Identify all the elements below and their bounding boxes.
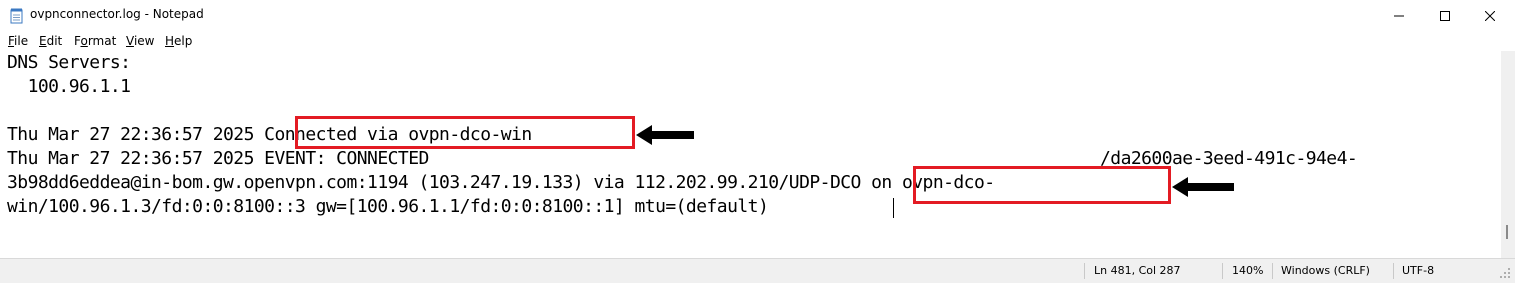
menu-help[interactable]: Help: [165, 34, 192, 48]
highlight-box-udp-dco: [913, 166, 1171, 204]
status-divider: [1084, 263, 1085, 279]
arrow-left-icon: [636, 125, 694, 145]
text-editor[interactable]: DNS Servers: 100.96.1.1 Thu Mar 27 22:36…: [0, 51, 1501, 258]
status-position: Ln 481, Col 287: [1094, 264, 1181, 277]
status-divider: [1222, 263, 1223, 279]
menu-edit[interactable]: Edit: [39, 34, 62, 48]
menu-file[interactable]: File: [8, 34, 28, 48]
minimize-icon: [1394, 15, 1404, 16]
editor-line: 100.96.1.1: [7, 76, 131, 97]
window-title: ovpnconnector.log - Notepad: [30, 7, 204, 21]
vertical-scrollbar[interactable]: [1501, 51, 1515, 258]
editor-line: win/100.96.1.3/fd:0:0:8100::3 gw=[100.96…: [7, 196, 769, 217]
editor-line: Thu Mar 27 22:36:57 2025 EVENT: CONNECTE…: [7, 148, 440, 169]
menu-format[interactable]: Format: [74, 34, 116, 48]
status-divider: [1272, 263, 1273, 279]
close-button[interactable]: [1467, 0, 1513, 31]
menu-bar: File Edit Format View Help: [0, 31, 1515, 51]
editor-line: DNS Servers:: [7, 52, 131, 73]
title-bar: ovpnconnector.log - Notepad: [0, 0, 1515, 31]
resize-grip-icon[interactable]: [1500, 263, 1512, 279]
close-icon: [1485, 10, 1495, 21]
status-line-ending: Windows (CRLF): [1281, 264, 1370, 277]
maximize-button[interactable]: [1422, 0, 1468, 31]
status-encoding: UTF-8: [1402, 264, 1435, 277]
maximize-icon: [1440, 10, 1450, 21]
status-divider: [1393, 263, 1394, 279]
text-caret: [893, 198, 894, 218]
status-zoom: 140%: [1232, 264, 1264, 277]
editor-line: 3b98dd6eddea@in-bom.gw.openvpn.com:1194 …: [7, 172, 995, 193]
menu-view[interactable]: View: [126, 34, 154, 48]
minimize-button[interactable]: [1376, 0, 1422, 31]
highlight-box-connected: [295, 116, 635, 149]
notepad-icon: [10, 8, 23, 24]
scroll-thumb[interactable]: [1506, 225, 1508, 239]
status-bar: Ln 481, Col 287 140% Windows (CRLF) UTF-…: [0, 258, 1515, 283]
arrow-left-icon: [1172, 177, 1234, 197]
